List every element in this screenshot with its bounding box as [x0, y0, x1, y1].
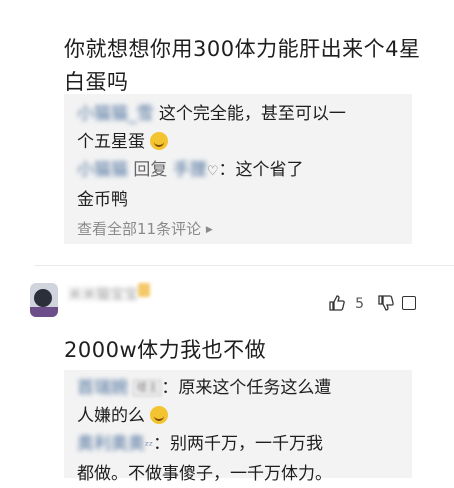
grin-emoji-icon	[150, 406, 169, 424]
reply-author[interactable]: 小猫猫	[77, 156, 128, 184]
thumbs-up-icon	[329, 295, 345, 311]
reply-target[interactable]: 手狸	[173, 156, 207, 184]
smile-emoji-icon	[150, 132, 169, 150]
reply-text-cont: 都做。不做事傻子，一千万体力。	[77, 464, 332, 484]
reply-text-cont: 人嫌的么	[77, 406, 145, 426]
dislike-button[interactable]	[377, 294, 395, 316]
reply-author[interactable]: 奥利奥奥	[77, 430, 145, 458]
reply-author[interactable]: 小猫猫_雪	[77, 100, 154, 128]
op-badge: 楼主	[133, 380, 162, 396]
reply-text-cont: 金币鸭	[77, 190, 128, 210]
view-all-label: 查看全部11条评论	[77, 220, 202, 238]
reply-1-2[interactable]: 小猫猫 回复 手狸♡：这个省了 金币鸭	[77, 156, 407, 214]
reply-2-1[interactable]: 首瑞婉 楼主 ：原来这个任务这么遭 人嫌的么	[77, 374, 407, 430]
like-count: 5	[355, 296, 365, 312]
like-button[interactable]: 5	[328, 293, 364, 313]
reply-box-2: 首瑞婉 楼主 ：原来这个任务这么遭 人嫌的么 奥利奥奥ᶻᶻ：别两千万，一千万我 都…	[64, 370, 412, 484]
reply-word: 回复	[133, 160, 168, 180]
thumbs-down-icon	[378, 295, 394, 311]
reply-text-cont: 个五星蛋	[77, 132, 145, 152]
triangle-right-icon: ▶	[205, 225, 213, 235]
comment-divider	[34, 265, 454, 266]
reply-box-1: 小猫猫_雪 这个完全能，甚至可以一 个五星蛋 小猫猫 回复 手狸♡：这个省了 金…	[64, 94, 412, 244]
comment-2-username[interactable]: 米米猫宝宝	[68, 284, 138, 304]
level-badge-icon	[138, 283, 150, 297]
heart-icon: ♡	[206, 164, 219, 179]
more-options-icon[interactable]	[402, 296, 416, 310]
avatar[interactable]	[30, 283, 58, 317]
comment-1-line1: 你就想想你用300体力能肝出来个4星	[64, 37, 421, 61]
comment-1-text: 你就想想你用300体力能肝出来个4星 白蛋吗	[64, 33, 420, 99]
zzz-icon: ᶻᶻ	[145, 439, 154, 452]
reply-2-2[interactable]: 奥利奥奥ᶻᶻ：别两千万，一千万我 都做。不做事傻子，一千万体力。	[77, 430, 417, 488]
reply-text: ：这个省了	[218, 160, 304, 180]
comment-2-text: 2000w体力我也不做	[64, 338, 267, 362]
reply-1-1[interactable]: 小猫猫_雪 这个完全能，甚至可以一 个五星蛋	[77, 100, 407, 156]
reply-text: ：别两千万，一千万我	[153, 434, 324, 454]
view-all-replies-link[interactable]: 查看全部11条评论 ▶	[77, 218, 213, 239]
reply-text: 这个完全能，甚至可以一	[153, 104, 346, 124]
reply-author[interactable]: 首瑞婉	[77, 374, 128, 402]
reply-text: ：原来这个任务这么遭	[161, 378, 332, 398]
